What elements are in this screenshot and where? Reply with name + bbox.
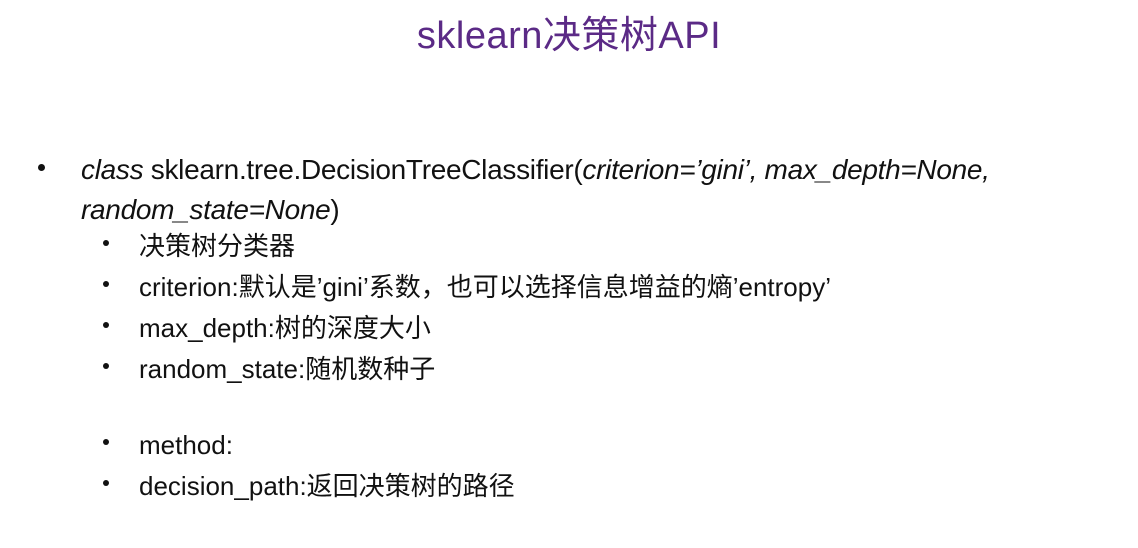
sub-bullet-item: 决策树分类器 [103,227,295,265]
sub-bullet-item: method: [103,426,233,464]
bullet-dot [103,439,109,445]
sub-bullet-text: random_state:随机数种子 [139,354,436,384]
bullet-dot [103,363,109,369]
class-name: sklearn.tree.DecisionTreeClassifier( [143,154,583,185]
class-params-line2: random_state=None [81,194,331,225]
bullet-dot [103,480,109,486]
sub-bullet-item: max_depth:树的深度大小 [103,309,431,347]
class-signature-text: class sklearn.tree.DecisionTreeClassifie… [81,150,1131,230]
sub-bullet-item: random_state:随机数种子 [103,350,435,388]
sub-bullet-item: decision_path:返回决策树的路径 [103,467,515,505]
sub-bullet-item: criterion:默认是’gini’系数，也可以选择信息增益的熵’entrop… [103,268,831,306]
page-title: sklearn决策树API [416,15,722,57]
bullet-dot [38,164,45,171]
bullet-item-class-signature: class sklearn.tree.DecisionTreeClassifie… [38,150,1133,230]
class-keyword: class [81,154,144,185]
sub-bullet-text: criterion:默认是’gini’系数，也可以选择信息增益的熵’entrop… [139,272,831,302]
sub-bullet-text: method: [139,430,233,460]
class-params: criterion=’gini’, max_depth=None, [582,154,990,185]
sub-bullet-text: max_depth:树的深度大小 [139,313,431,343]
sub-bullet-text: 决策树分类器 [139,231,296,261]
sub-bullet-text: decision_path:返回决策树的路径 [139,471,515,501]
bullet-dot [103,322,109,328]
bullet-dot [103,240,109,246]
bullet-dot [103,281,109,287]
class-close-paren: ) [330,194,340,225]
